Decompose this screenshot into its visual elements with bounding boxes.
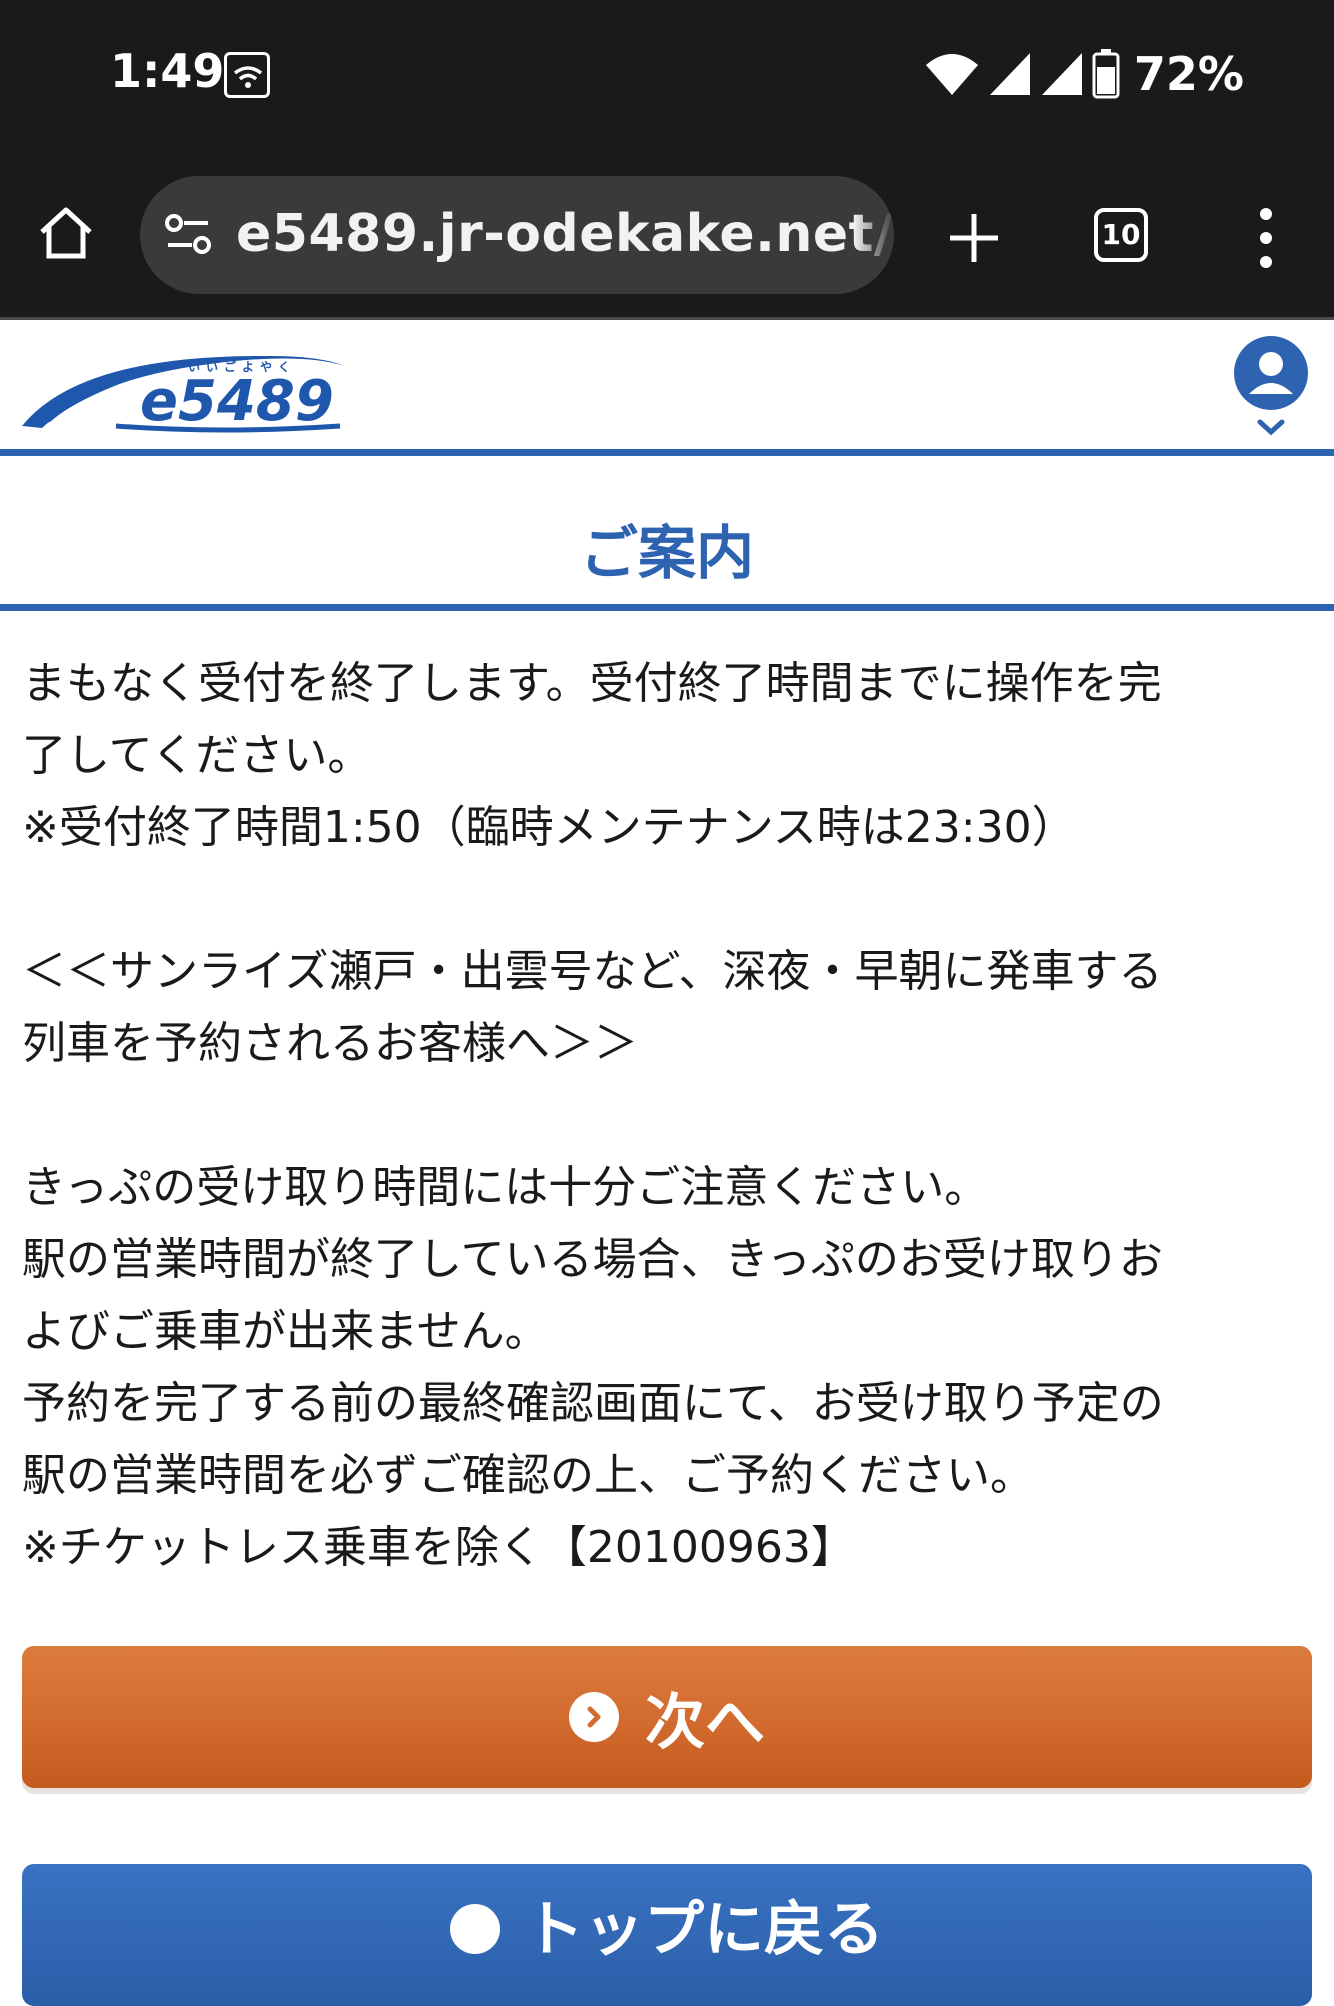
site-settings-icon[interactable] bbox=[164, 212, 212, 256]
url-text: e5489.jr-odekake.net/e54 bbox=[236, 204, 894, 264]
back-to-top-label: トップに戻る bbox=[524, 1895, 884, 1965]
browser-toolbar: e5489.jr-odekake.net/e54 10 bbox=[0, 150, 1334, 320]
notice-line: 了してください。 bbox=[22, 730, 372, 781]
notice-line: ＜＜サンライズ瀬戸・出雲号など、深夜・早朝に発車する bbox=[22, 946, 1163, 997]
wifi-calling-icon bbox=[224, 52, 270, 98]
site-header: いいごよやく e5489 bbox=[0, 320, 1334, 456]
battery-icon bbox=[1092, 49, 1120, 99]
logo-text: e5489 bbox=[140, 369, 334, 434]
signal-icon bbox=[1041, 53, 1082, 95]
clock: 1:49 bbox=[110, 44, 225, 98]
back-to-top-button[interactable]: トップに戻る bbox=[22, 1864, 1312, 2006]
chevron-right-icon bbox=[569, 1692, 619, 1742]
title-section: ご案内 bbox=[0, 456, 1334, 611]
chevron-right-icon bbox=[450, 1904, 500, 1954]
next-button[interactable]: 次へ bbox=[22, 1646, 1312, 1788]
notice-content: まもなく受付を終了します。受付終了時間までに操作を完 了してください。 ※受付終… bbox=[22, 648, 1312, 1584]
tabs-icon[interactable]: 10 bbox=[1094, 208, 1148, 262]
status-bar: 1:49 72% bbox=[0, 0, 1334, 150]
wifi-icon bbox=[925, 54, 978, 95]
signal-icon bbox=[989, 53, 1030, 95]
e5489-logo[interactable]: いいごよやく e5489 bbox=[20, 334, 350, 434]
notice-line: ※受付終了時間1:50（臨時メンテナンス時は23:30） bbox=[22, 802, 1076, 853]
battery-percent: 72% bbox=[1133, 47, 1244, 101]
more-vert-icon[interactable] bbox=[1254, 206, 1278, 270]
notice-line: ※チケットレス乗車を除く【20100963】 bbox=[22, 1522, 855, 1573]
notice-line: 予約を完了する前の最終確認画面にて、お受け取り予定の bbox=[22, 1378, 1164, 1429]
chevron-down-icon bbox=[1257, 419, 1285, 436]
notice-line: 駅の営業時間が終了している場合、きっぷのお受け取りお bbox=[22, 1234, 1163, 1285]
notice-line: まもなく受付を終了します。受付終了時間までに操作を完 bbox=[22, 658, 1162, 709]
account-icon[interactable] bbox=[1232, 334, 1310, 446]
notice-line: よびご乗車が出来ません。 bbox=[22, 1306, 549, 1357]
url-fade bbox=[854, 176, 894, 294]
status-icons: 72% bbox=[924, 44, 1244, 104]
home-icon[interactable] bbox=[36, 202, 96, 262]
address-bar[interactable]: e5489.jr-odekake.net/e54 bbox=[140, 176, 894, 294]
add-icon[interactable] bbox=[946, 210, 1002, 266]
notice-line: きっぷの受け取り時間には十分ご注意ください。 bbox=[22, 1162, 989, 1213]
notice-line: 駅の営業時間を必ずご確認の上、ご予約ください。 bbox=[22, 1450, 1034, 1501]
notice-line: 列車を予約されるお客様へ＞＞ bbox=[22, 1018, 638, 1069]
next-button-label: 次へ bbox=[645, 1687, 765, 1758]
page-title: ご案内 bbox=[579, 519, 754, 587]
